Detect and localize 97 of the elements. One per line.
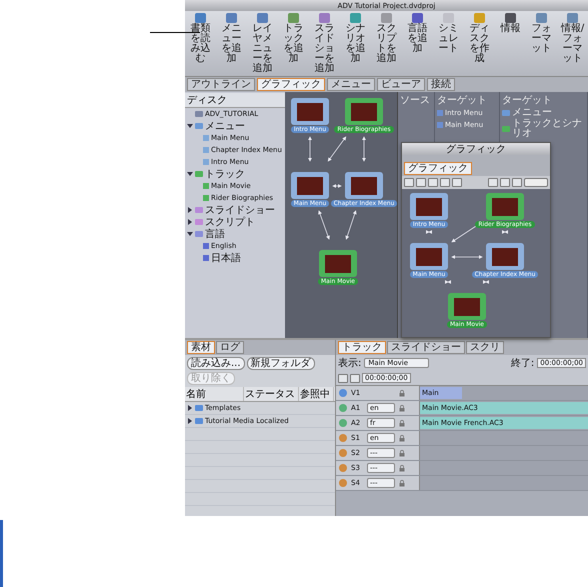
photo-placeholder xyxy=(351,176,377,194)
end-label: 終了: xyxy=(510,357,534,370)
toolbar-button[interactable]: 情報 xyxy=(495,13,526,74)
lock-icon[interactable] xyxy=(399,420,405,426)
toolbar-icon xyxy=(536,13,547,23)
column-header: 参照中 xyxy=(299,387,334,401)
outline-item[interactable]: スライドショー xyxy=(205,203,275,217)
outline-item[interactable]: 日本語 xyxy=(211,251,241,265)
tab[interactable]: ログ xyxy=(216,341,244,354)
toolbar-icon xyxy=(505,13,516,23)
outline-item[interactable]: スクリプト xyxy=(205,215,255,229)
leader-line xyxy=(150,32,200,33)
lock-icon[interactable] xyxy=(399,450,405,456)
target-item[interactable]: トラックとシナリオ xyxy=(512,119,585,139)
toolbar-button[interactable]: スクリプトを追加 xyxy=(371,13,402,74)
column-header: ソース xyxy=(400,94,431,107)
menu-thumbnail[interactable] xyxy=(486,193,524,220)
photo-placeholder xyxy=(325,254,351,272)
photo-placeholder xyxy=(416,248,442,266)
tab[interactable]: グラフィック xyxy=(257,78,325,91)
toolbar-button[interactable]: メニューを追加 xyxy=(216,13,247,74)
toolbar-icon xyxy=(567,13,578,23)
toolbar-icon xyxy=(350,13,361,23)
menu-thumbnail[interactable] xyxy=(345,172,383,199)
disclosure-triangle-icon[interactable] xyxy=(187,405,193,411)
column-header: 名前 xyxy=(185,387,244,401)
toolbar-button[interactable]: レイヤメニューを追加 xyxy=(247,13,278,74)
menu-thumbnail[interactable] xyxy=(448,293,486,320)
toolbar-icon xyxy=(381,13,392,23)
tab[interactable]: メニュー xyxy=(327,78,375,91)
toolbar-button[interactable]: スライドショーを追加 xyxy=(309,13,340,74)
tab[interactable]: ビューア xyxy=(377,78,425,91)
toolbar-icon xyxy=(257,13,268,23)
toolbar-button[interactable]: 情報/フォーマット xyxy=(557,13,588,74)
lock-icon[interactable] xyxy=(399,480,405,486)
toolbar-button[interactable]: 書類を読み込む xyxy=(185,13,216,74)
menu-thumbnail[interactable] xyxy=(410,193,448,220)
toolbar-icon xyxy=(474,13,485,23)
photo-placeholder xyxy=(454,298,480,316)
toolbar-button[interactable]: 言語を追加 xyxy=(402,13,433,74)
asset-button[interactable]: 読み込み... xyxy=(187,357,245,370)
margin-bar xyxy=(0,520,3,587)
toolbar-icon xyxy=(226,13,237,23)
tab[interactable]: グラフィック xyxy=(404,162,472,175)
toolbar-icon xyxy=(443,13,454,23)
photo-placeholder xyxy=(492,198,518,216)
asset-button[interactable]: 新規フォルダ xyxy=(246,357,315,370)
toolbar-icon xyxy=(319,13,330,23)
menu-thumbnail[interactable] xyxy=(291,172,329,199)
folder-icon xyxy=(502,110,510,116)
tab[interactable]: スライドショー xyxy=(387,341,465,354)
column-header: ターゲット xyxy=(502,94,553,107)
toolbar-button[interactable]: シミュレート xyxy=(433,13,464,74)
toolbar-icon xyxy=(288,13,299,23)
disclosure-triangle-icon[interactable] xyxy=(187,123,193,129)
folder-icon xyxy=(502,126,510,132)
photo-placeholder xyxy=(416,198,442,216)
dropdown[interactable] xyxy=(524,178,548,187)
tab[interactable]: トラック xyxy=(338,341,386,354)
toolbar-button[interactable]: ディスクを作成 xyxy=(464,13,495,74)
photo-placeholder xyxy=(492,248,518,266)
folder-icon xyxy=(195,171,203,177)
window-title: グラフィック xyxy=(446,143,506,156)
column-header: ディスク xyxy=(185,93,285,108)
photo-placeholder xyxy=(351,102,377,120)
photo-placeholder xyxy=(297,102,323,120)
lock-icon[interactable] xyxy=(399,434,405,442)
disclosure-triangle-icon[interactable] xyxy=(187,418,193,424)
outline-item[interactable]: トラック xyxy=(205,167,245,181)
outline-item[interactable]: メニュー xyxy=(205,119,245,133)
menu-thumbnail[interactable] xyxy=(410,243,448,270)
photo-placeholder xyxy=(297,176,323,194)
outline-item[interactable]: 言語 xyxy=(205,227,225,241)
tab[interactable]: スクリ xyxy=(466,341,504,354)
disclosure-triangle-icon[interactable] xyxy=(187,219,193,225)
toolbar-button[interactable]: フォーマット xyxy=(526,13,557,74)
menu-thumbnail[interactable] xyxy=(345,98,383,125)
menu-thumbnail[interactable] xyxy=(319,250,357,277)
view-label: 表示: xyxy=(338,356,362,370)
menu-thumbnail[interactable] xyxy=(291,98,329,125)
menu-thumbnail[interactable] xyxy=(486,243,524,270)
column-header: ターゲット xyxy=(437,94,488,107)
toolbar-button[interactable]: トラックを追加 xyxy=(278,13,309,74)
lock-icon[interactable] xyxy=(399,464,405,472)
toolbar-icon xyxy=(195,13,206,23)
disclosure-triangle-icon[interactable] xyxy=(187,171,193,177)
disclosure-triangle-icon[interactable] xyxy=(187,207,193,213)
toolbar-icon xyxy=(412,13,423,23)
tab[interactable]: 素材 xyxy=(187,341,215,354)
tab[interactable]: アウトライン xyxy=(187,78,255,91)
target-item[interactable]: メニュー xyxy=(512,108,552,118)
lock-icon[interactable] xyxy=(399,390,405,396)
lock-icon[interactable] xyxy=(399,404,405,412)
tab[interactable]: 接続 xyxy=(427,78,455,91)
column-header: ステータス xyxy=(244,387,299,401)
disclosure-triangle-icon[interactable] xyxy=(187,231,193,237)
toolbar-button[interactable]: シナリオを追加 xyxy=(340,13,371,74)
